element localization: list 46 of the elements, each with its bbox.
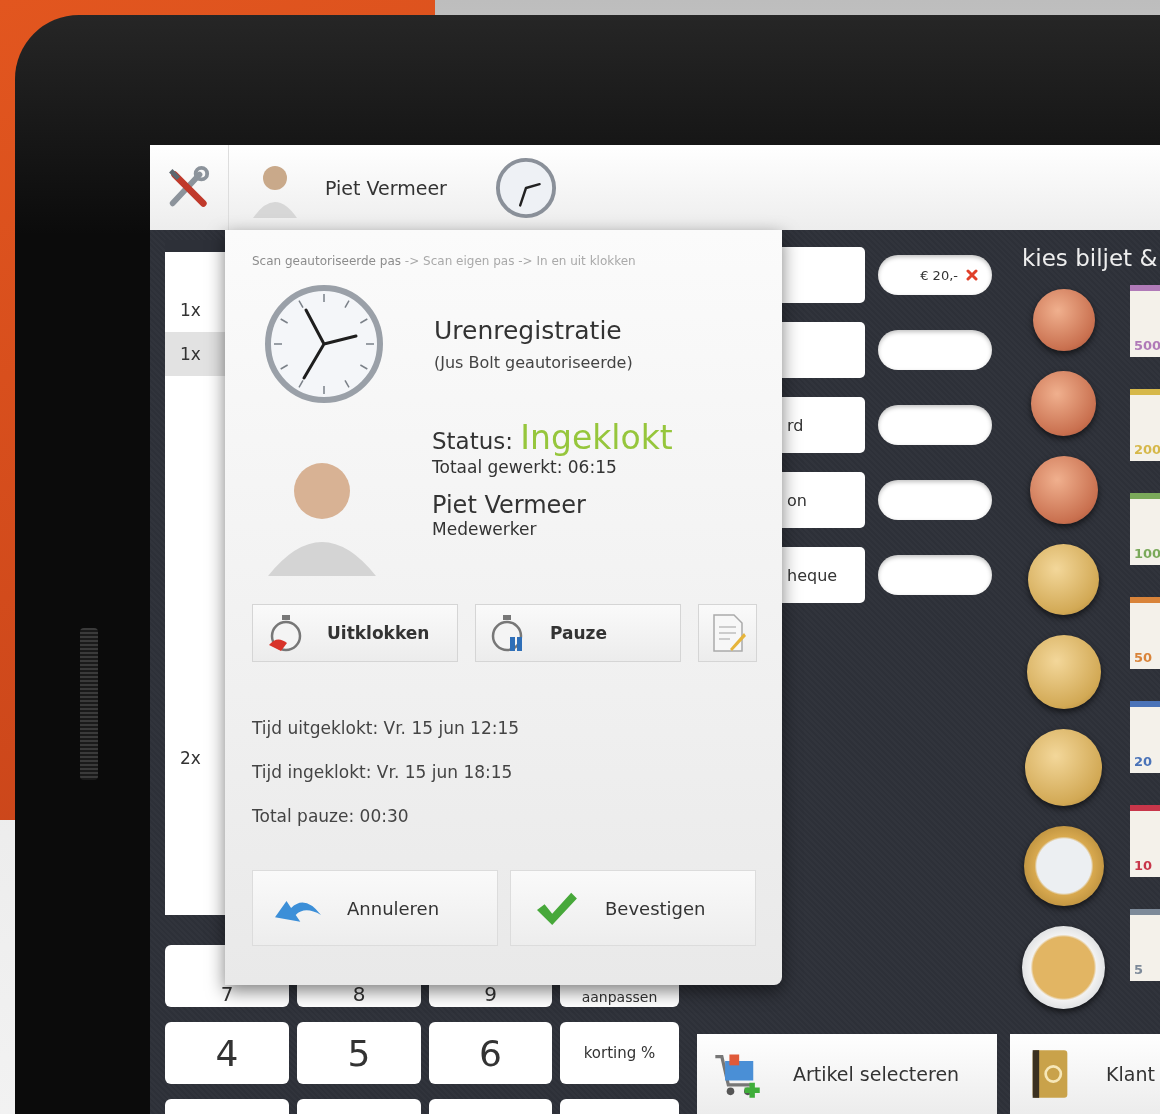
remove-icon[interactable] [966,269,978,281]
coin[interactable] [1029,456,1098,524]
action-button[interactable]: Uitklokken [252,604,458,662]
employee-role: Medewerker [432,519,538,539]
status-label: Status: [432,428,514,454]
action-button[interactable]: Pauze [475,604,681,662]
coin[interactable] [1025,729,1102,806]
select-article-button[interactable]: Artikel selecteren [697,1034,997,1114]
keypad-key[interactable]: 6 [429,1022,552,1084]
amount-field[interactable] [878,330,992,370]
user-name: Piet Vermeer [325,176,447,199]
receipt-row[interactable]: 2x [165,736,225,780]
coin[interactable] [1026,635,1101,709]
amount-field[interactable] [878,405,992,445]
total-worked: Totaal gewerkt: 06:15 [432,457,618,477]
dialog-title: Urenregistratie [434,316,623,345]
time-info-line: Total pauze: 00:30 [252,806,410,826]
breadcrumb: Scan geautoriseerde pas -> Scan eigen pas -> In en uit klokken [252,254,637,268]
coin[interactable] [1032,289,1095,351]
keypad-key[interactable]: korting % [560,1022,679,1084]
receipt-row[interactable]: 1x [165,332,225,376]
time-info-line: Tijd uitgeklokt: Vr. 15 jun 12:15 [252,718,521,738]
keypad-key[interactable]: 4 [165,1022,289,1084]
amount-text: € 20,- [920,267,958,283]
clock-icon[interactable] [494,156,557,219]
coin[interactable] [1022,926,1105,1009]
clock-icon [264,284,384,404]
time-info-line: Tijd ingeklokt: Vr. 15 jun 18:15 [252,762,514,782]
customer-button[interactable]: Klant [1010,1034,1160,1114]
coin[interactable] [1028,544,1099,615]
amount-field[interactable] [878,555,992,595]
status-value: Ingeklokt [520,418,673,457]
coin[interactable] [1031,371,1096,436]
keypad-key[interactable]: 5 [297,1022,421,1084]
amount-field[interactable]: € 20,- [878,255,992,295]
banknote[interactable]: 20 [1130,701,1160,773]
confirm-button[interactable]: Bevestigen [510,870,756,946]
cancel-button[interactable]: Annuleren [252,870,498,946]
coin[interactable] [1023,826,1104,906]
money-panel-title: kies biljet & [1022,245,1159,271]
banknote[interactable]: 10 [1130,805,1160,877]
dialog-subtitle: (Jus Bolt geautoriseerde) [434,353,633,372]
receipt-row[interactable]: 1x [165,288,225,332]
amount-field[interactable] [878,480,992,520]
stopwatch-icon [267,613,303,653]
employee-name: Piet Vermeer [432,491,587,519]
